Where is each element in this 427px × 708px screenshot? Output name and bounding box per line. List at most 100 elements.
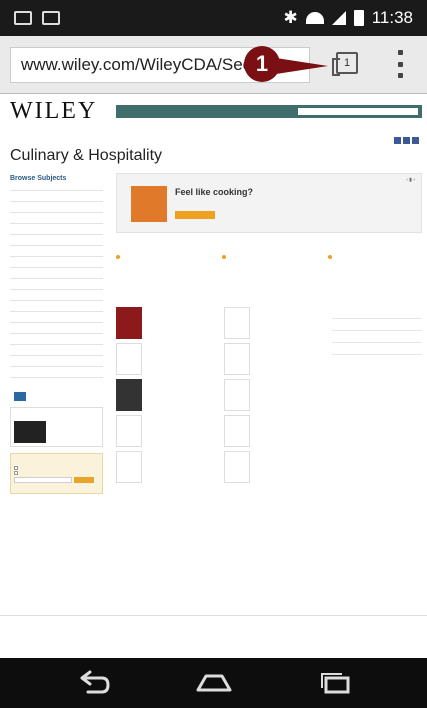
book-item[interactable] — [116, 451, 216, 487]
browse-subjects-heading[interactable]: Browse Subjects — [10, 175, 103, 182]
subject-link[interactable] — [10, 223, 103, 234]
book-item[interactable] — [116, 415, 216, 451]
featured-item[interactable] — [332, 343, 422, 355]
promo-row — [116, 247, 422, 260]
site-search-input[interactable] — [298, 108, 418, 115]
nav-item[interactable] — [139, 109, 152, 115]
book-cover[interactable] — [116, 451, 142, 483]
checkbox[interactable] — [14, 471, 18, 475]
notification-icon — [42, 11, 60, 25]
subject-link[interactable] — [10, 190, 103, 201]
publications-label — [10, 392, 11, 401]
new-titles-column — [116, 291, 216, 487]
hero-title: Feel like cooking? — [175, 187, 254, 197]
book-cover[interactable] — [116, 343, 142, 375]
book-item[interactable] — [224, 451, 326, 487]
promo-title — [116, 247, 208, 253]
notify-option[interactable] — [14, 466, 99, 470]
hero-cta-button[interactable] — [175, 211, 215, 219]
subject-link[interactable] — [10, 300, 103, 311]
publications-icon — [14, 392, 27, 401]
overflow-menu-button[interactable] — [396, 50, 404, 78]
footer-heading — [10, 636, 11, 641]
subject-link[interactable] — [10, 278, 103, 289]
featured-item[interactable] — [332, 331, 422, 343]
tabs-button[interactable]: 1 — [332, 52, 358, 76]
message-icon — [14, 11, 32, 25]
subject-link[interactable] — [10, 322, 103, 333]
home-icon[interactable] — [194, 668, 234, 698]
subject-link[interactable] — [10, 344, 103, 355]
book-cover[interactable] — [224, 451, 250, 483]
wifi-icon — [305, 12, 324, 24]
book-cover[interactable] — [224, 343, 250, 375]
book-cover[interactable] — [224, 307, 250, 339]
promo-item[interactable] — [222, 247, 314, 260]
promo-link[interactable] — [328, 255, 420, 260]
ereader-image — [14, 421, 46, 443]
footer-heading — [10, 623, 11, 628]
promo-item[interactable] — [328, 247, 420, 260]
subject-link[interactable] — [10, 234, 103, 245]
book-item[interactable] — [224, 307, 326, 343]
battery-icon — [353, 10, 364, 26]
subject-link[interactable] — [10, 256, 103, 267]
hero-image[interactable] — [131, 186, 167, 222]
book-item[interactable] — [116, 343, 216, 379]
share-icon[interactable] — [412, 137, 419, 144]
subject-link[interactable] — [10, 245, 103, 256]
notify-option[interactable] — [14, 471, 99, 475]
book-cover[interactable] — [224, 379, 250, 411]
checkbox[interactable] — [14, 466, 18, 470]
privacy-policy-link[interactable] — [14, 485, 99, 490]
notification-box — [10, 453, 103, 494]
footer-right — [418, 623, 419, 628]
promo-item[interactable] — [116, 247, 208, 260]
subject-link[interactable] — [10, 267, 103, 278]
promo-link[interactable] — [116, 255, 208, 260]
web-page: WILEY Culinary & Hospitality Browse Subj… — [0, 95, 427, 658]
hero-subtitle — [175, 200, 176, 205]
hero-banner: Feel like cooking? ‹ ▮ › — [116, 173, 422, 233]
subject-link[interactable] — [10, 377, 103, 388]
book-item[interactable] — [116, 307, 216, 343]
subject-link[interactable] — [10, 366, 103, 377]
book-cover[interactable] — [116, 415, 142, 447]
carousel-controls[interactable]: ‹ ▮ › — [406, 177, 415, 183]
subject-link[interactable] — [10, 355, 103, 366]
book-item[interactable] — [224, 415, 326, 451]
book-cover[interactable] — [116, 379, 142, 411]
subject-link[interactable] — [10, 201, 103, 212]
signal-icon — [331, 11, 346, 25]
share-bar — [394, 137, 419, 144]
browse-subjects-subtitle — [10, 182, 103, 187]
ebooks-text[interactable] — [49, 421, 50, 443]
featured-item[interactable] — [332, 319, 422, 331]
wiley-logo[interactable]: WILEY — [10, 98, 97, 125]
browser-toolbar: www.wiley.com/WileyCDA/Sec 1 — [0, 36, 427, 94]
book-cover[interactable] — [224, 415, 250, 447]
book-item[interactable] — [224, 343, 326, 379]
email-field[interactable] — [14, 477, 72, 483]
share-icon[interactable] — [403, 137, 410, 144]
book-item[interactable] — [116, 379, 216, 415]
share-icon[interactable] — [394, 137, 401, 144]
column-subtitle — [116, 298, 216, 303]
nav-item[interactable] — [120, 109, 133, 115]
recent-apps-icon[interactable] — [316, 668, 356, 698]
subject-link[interactable] — [10, 212, 103, 223]
promo-title — [222, 247, 314, 253]
subject-link[interactable] — [10, 311, 103, 322]
book-item[interactable] — [224, 379, 326, 415]
back-icon[interactable] — [74, 668, 114, 698]
notify-submit-button[interactable] — [74, 477, 94, 483]
publications-link[interactable] — [10, 392, 103, 401]
nav-item[interactable] — [159, 109, 172, 115]
site-navbar — [116, 105, 422, 118]
featured-item[interactable] — [332, 307, 422, 319]
promo-link[interactable] — [222, 255, 314, 260]
subject-link[interactable] — [10, 333, 103, 344]
new-titles-heading — [116, 291, 216, 298]
book-cover[interactable] — [116, 307, 142, 339]
subject-link[interactable] — [10, 289, 103, 300]
